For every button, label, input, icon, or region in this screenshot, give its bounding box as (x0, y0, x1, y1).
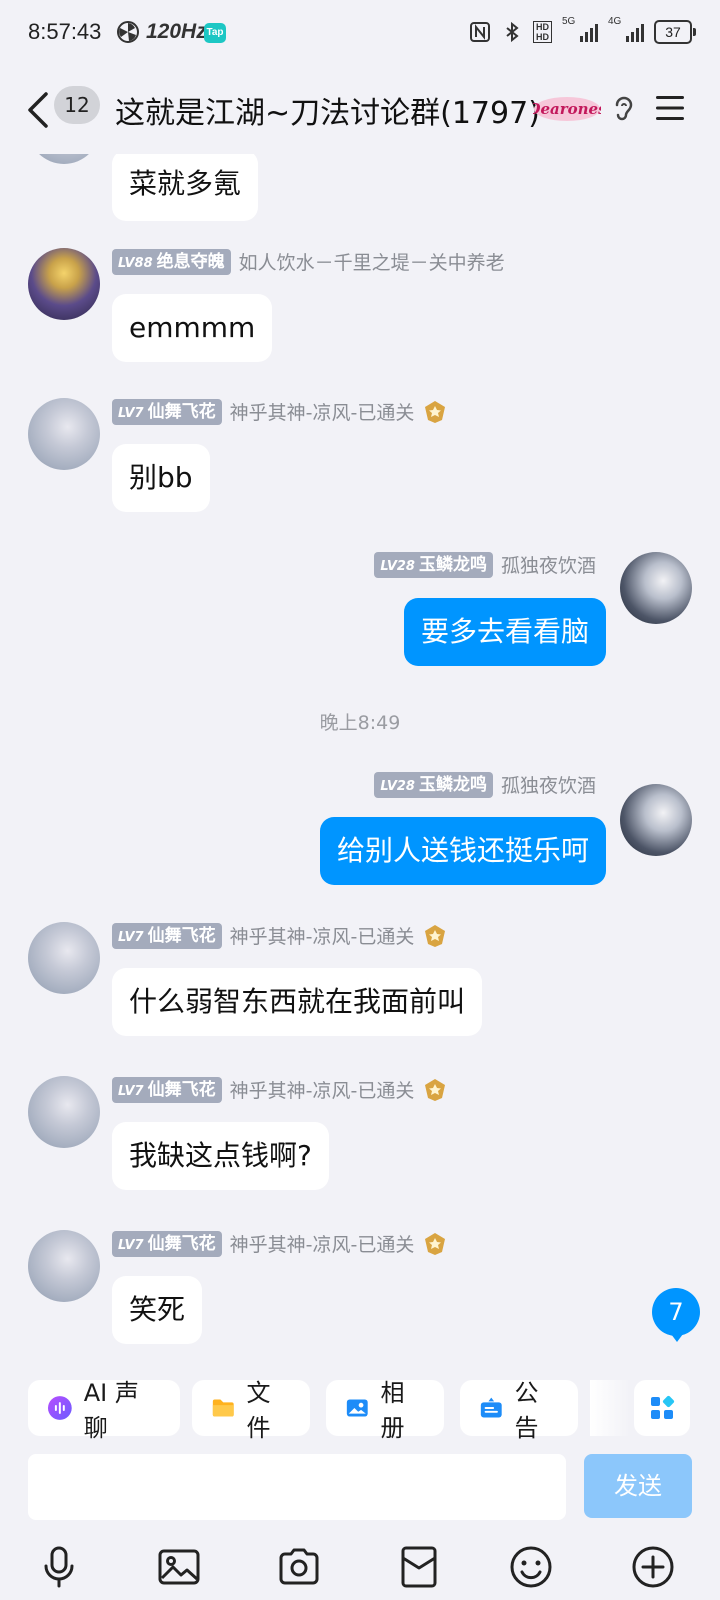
avatar[interactable] (28, 1076, 100, 1148)
ai-voice-chat-button[interactable]: AI 声聊 (28, 1379, 180, 1442)
message-bubble[interactable]: 要多去看看脑 (403, 598, 606, 666)
level-badge: LV7 仙舞飞花 (112, 1076, 222, 1103)
input-toolbar: AI 声聊 文件 相册 公告 发送 (0, 1366, 720, 1600)
sender-meta: LV7 仙舞飞花 神乎其神-凉风-已通关 (112, 922, 448, 949)
more-apps-button[interactable] (634, 1380, 690, 1436)
image-icon[interactable] (156, 1544, 202, 1590)
microphone-icon[interactable] (36, 1544, 82, 1590)
medal-icon (425, 400, 446, 423)
album-icon (346, 1399, 368, 1417)
announcement-icon (480, 1397, 502, 1418)
message-bubble[interactable]: 菜就多氪 (112, 154, 259, 221)
timestamp: 晚上8:49 (319, 712, 401, 734)
level-badge: LV88 绝息夺魄 (112, 248, 231, 275)
file-button[interactable]: 文件 (192, 1379, 310, 1442)
sender-meta: LV88 绝息夺魄 如人饮水－千里之堤－关中养老 (112, 248, 505, 275)
sender-meta: LV7 仙舞飞花 神乎其神-凉风-已通关 (112, 1230, 448, 1257)
emoji-icon[interactable] (508, 1544, 554, 1590)
unread-count-badge[interactable]: 12 (54, 86, 100, 124)
chip-label: 文件 (246, 1379, 271, 1442)
red-packet-icon[interactable] (396, 1544, 442, 1590)
sender-meta: LV7 仙舞飞花 神乎其神-凉风-已通关 (112, 398, 448, 425)
avatar[interactable] (28, 922, 100, 994)
chip-label: AI 声聊 (83, 1379, 139, 1442)
member-title: 孤独夜饮酒 (500, 555, 596, 577)
nfc-icon (470, 22, 490, 42)
bottom-action-bar (0, 1536, 720, 1596)
ear-icon[interactable] (612, 93, 634, 123)
message-bubble[interactable]: 笑死 (112, 1276, 203, 1344)
dearones-badge-icon[interactable]: Dearones (533, 94, 601, 124)
medal-icon (425, 924, 446, 947)
plus-icon[interactable] (630, 1544, 676, 1590)
medal-icon (425, 1232, 446, 1255)
sender-meta: LV28 玉鳞龙鸣 孤独夜饮酒 (374, 771, 596, 798)
announcement-button[interactable]: 公告 (460, 1379, 578, 1442)
battery-indicator: 37 (654, 20, 696, 44)
message-list[interactable]: 菜就多氪 LV88 绝息夺魄 如人饮水－千里之堤－关中养老 emmmm LV7 仙舞… (0, 154, 720, 1366)
message-bubble[interactable]: 什么弱智东西就在我面前叫 (112, 968, 483, 1036)
avatar[interactable] (28, 154, 100, 164)
menu-icon[interactable] (654, 94, 686, 122)
avatar[interactable] (28, 1230, 100, 1302)
member-title: 神乎其神-凉风-已通关 (229, 1234, 415, 1256)
my-avatar[interactable] (620, 784, 692, 856)
member-title: 神乎其神-凉风-已通关 (229, 926, 415, 948)
member-title: 孤独夜饮酒 (500, 775, 596, 797)
signal-4g-icon: 4G (608, 16, 644, 42)
message-bubble[interactable]: emmmm (112, 294, 273, 362)
member-title: 如人饮水－千里之堤－关中养老 (238, 252, 505, 274)
group-title[interactable]: 这就是江湖~刀法讨论群(1797) (115, 88, 540, 132)
level-badge: LV28 玉鳞龙鸣 (374, 551, 493, 578)
send-button[interactable]: 发送 (584, 1454, 692, 1518)
svg-text:Dearones: Dearones (533, 100, 601, 118)
level-badge: LV7 仙舞飞花 (112, 398, 222, 425)
bluetooth-icon (506, 21, 519, 43)
chip-scroll-fade (590, 1380, 630, 1436)
message-bubble[interactable]: 别bb (112, 444, 210, 512)
back-arrow-icon[interactable] (24, 90, 54, 130)
sender-meta: LV7 仙舞飞花 神乎其神-凉风-已通关 (112, 1076, 448, 1103)
member-title: 神乎其神-凉风-已通关 (229, 1080, 415, 1102)
level-badge: LV7 仙舞飞花 (112, 922, 222, 949)
my-avatar[interactable] (620, 552, 692, 624)
level-badge: LV7 仙舞飞花 (112, 1230, 222, 1257)
medal-icon (425, 1078, 446, 1101)
member-title: 神乎其神-凉风-已通关 (229, 402, 415, 424)
avatar[interactable] (28, 248, 100, 320)
level-badge: LV28 玉鳞龙鸣 (374, 771, 493, 798)
message-bubble[interactable]: 我缺这点钱啊? (112, 1122, 329, 1190)
chip-label: 公告 (514, 1379, 539, 1442)
sender-meta: LV28 玉鳞龙鸣 孤独夜饮酒 (374, 551, 596, 578)
chat-header: 12 这就是江湖~刀法讨论群(1797) Dearones (0, 66, 720, 154)
fan-icon (117, 21, 139, 43)
status-bar: 8:57:43 120Hz Tap HD HD 5G 4G 37 (0, 0, 720, 66)
chip-label: 相册 (380, 1379, 405, 1442)
message-input[interactable] (28, 1454, 566, 1520)
status-time: 8:57:43 (28, 19, 102, 44)
signal-5g-icon: 5G (562, 16, 598, 42)
ai-voice-icon (47, 1396, 72, 1420)
new-message-count-badge[interactable]: 7 (652, 1288, 700, 1342)
hd-icon: HD HD (533, 21, 552, 43)
avatar[interactable] (28, 398, 100, 470)
album-button[interactable]: 相册 (326, 1379, 444, 1442)
message-bubble[interactable]: 给别人送钱还挺乐呵 (319, 817, 606, 885)
folder-icon (212, 1399, 234, 1417)
status-right: HD HD 5G 4G 37 (469, 16, 696, 44)
tap-app-icon: Tap (204, 23, 226, 43)
apps-grid-icon (651, 1395, 675, 1419)
refresh-rate: 120Hz (146, 20, 207, 43)
camera-icon[interactable] (276, 1544, 322, 1590)
